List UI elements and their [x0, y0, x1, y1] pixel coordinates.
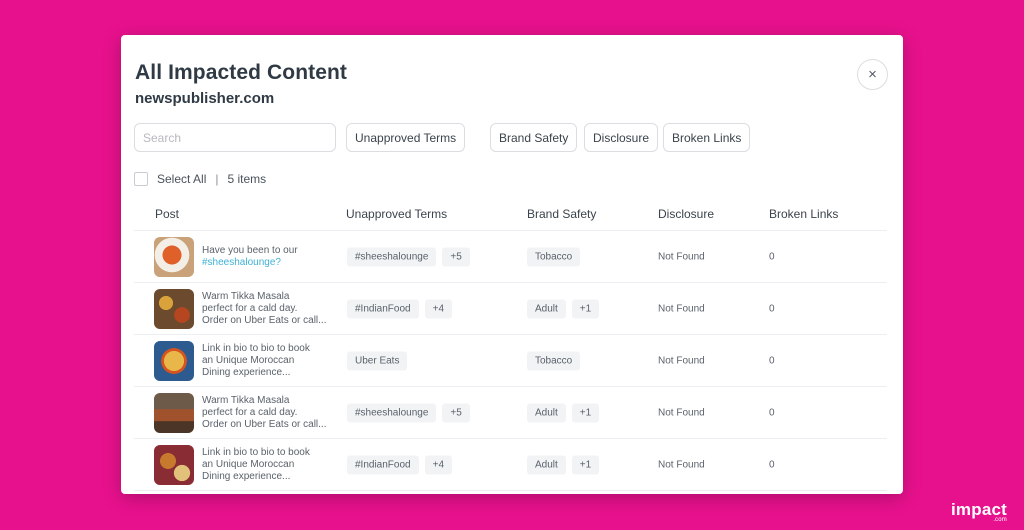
post-text-line: Warm Tikka Masala: [202, 290, 290, 302]
disclosure-status: Not Found: [658, 303, 705, 314]
unapproved-term-chip[interactable]: #IndianFood: [347, 455, 419, 474]
column-header-disclosure: Disclosure: [658, 207, 715, 221]
post-thumbnail[interactable]: [154, 341, 194, 381]
brand-safety-chips: Adult +1: [527, 403, 600, 422]
table-row[interactable]: Link in bio to bio to book an Unique Moro…: [134, 439, 887, 491]
post-text-line: perfect for a cald day.: [202, 406, 298, 418]
close-button[interactable]: ×: [857, 59, 888, 90]
unapproved-term-chips: #IndianFood +4: [347, 299, 453, 318]
brand-safety-chip[interactable]: Adult: [527, 403, 566, 422]
brand-safety-chip[interactable]: +1: [571, 403, 600, 422]
broken-links-count: 0: [769, 251, 775, 262]
broken-links-count: 0: [769, 459, 775, 470]
post-thumbnail[interactable]: [154, 289, 194, 329]
post-text-line: perfect for a cald day.: [202, 302, 298, 314]
brand-safety-chip[interactable]: Adult: [527, 299, 566, 318]
brand-safety-chip[interactable]: +1: [571, 455, 600, 474]
table-row[interactable]: Warm Tikka Masala perfect for a cald day.…: [134, 387, 887, 439]
filter-brand-safety[interactable]: Brand Safety: [490, 123, 578, 152]
broken-links-count: 0: [769, 303, 775, 314]
unapproved-term-chips: #IndianFood +4: [347, 455, 453, 474]
unapproved-term-chip[interactable]: +5: [442, 403, 470, 422]
post-text: Link in bio to bio to book an Unique Moro…: [202, 343, 332, 379]
select-all-checkbox[interactable]: [134, 172, 148, 186]
brand-safety-chips: Tobacco: [527, 247, 581, 266]
post-text-line: Link in bio to bio to book: [202, 446, 310, 458]
column-header-unapproved-terms: Unapproved Terms: [346, 207, 448, 221]
impacted-content-modal: All Impacted Content newspublisher.com ×…: [121, 35, 903, 494]
brand-safety-chips: Adult +1: [527, 299, 600, 318]
post-text-line: Dining experience...: [202, 470, 291, 482]
post-text-line: Order on Uber Eats or call...: [202, 418, 327, 430]
post-text-line: Warm Tikka Masala: [202, 394, 290, 406]
search-input[interactable]: [134, 123, 336, 152]
unapproved-term-chips: #sheeshalounge +5: [347, 247, 470, 266]
post-text-line: an Unique Moroccan: [202, 354, 295, 366]
filter-broken-links[interactable]: Broken Links: [663, 123, 751, 152]
table-row[interactable]: Warm Tikka Masala perfect for a cald day.…: [134, 283, 887, 335]
unapproved-term-chip[interactable]: +4: [424, 299, 453, 318]
broken-links-count: 0: [769, 355, 775, 366]
brand-safety-chips: Tobacco: [527, 351, 581, 370]
unapproved-term-chip[interactable]: #sheeshalounge: [347, 247, 437, 266]
unapproved-term-chip[interactable]: #sheeshalounge: [347, 403, 437, 422]
disclosure-status: Not Found: [658, 459, 705, 470]
brand-safety-chip[interactable]: Tobacco: [527, 247, 581, 266]
post-text-line: Link in bio to bio to book: [202, 342, 310, 354]
unapproved-term-chip[interactable]: +5: [442, 247, 470, 266]
post-text-line: Order on Uber Eats or call...: [202, 314, 327, 326]
post-thumbnail[interactable]: [154, 445, 194, 485]
column-header-broken-links: Broken Links: [769, 207, 839, 221]
post-thumbnail[interactable]: [154, 393, 194, 433]
post-text: Warm Tikka Masala perfect for a cald day.…: [202, 291, 332, 327]
content-table: Post Unapproved Terms Brand Safety Discl…: [134, 200, 887, 491]
post-text: Link in bio to bio to book an Unique Moro…: [202, 447, 332, 483]
post-thumbnail[interactable]: [154, 237, 194, 277]
select-all-label[interactable]: Select All: [157, 172, 206, 186]
post-text-line: Dining experience...: [202, 366, 291, 378]
brand-safety-chip[interactable]: Tobacco: [527, 351, 581, 370]
unapproved-term-chips: #sheeshalounge +5: [347, 403, 470, 422]
brand-safety-chip[interactable]: +1: [571, 299, 600, 318]
table-row[interactable]: Link in bio to bio to book an Unique Moro…: [134, 335, 887, 387]
unapproved-term-chip[interactable]: #IndianFood: [347, 299, 419, 318]
filter-disclosure[interactable]: Disclosure: [584, 123, 659, 152]
selection-bar: Select All | 5 items: [134, 172, 266, 186]
modal-title: All Impacted Content: [135, 61, 348, 84]
post-text: Warm Tikka Masala perfect for a cald day.…: [202, 395, 332, 431]
impact-logo: impact .com: [951, 500, 1007, 523]
table-header: Post Unapproved Terms Brand Safety Discl…: [134, 200, 887, 231]
separator: |: [215, 172, 219, 186]
close-icon: ×: [868, 66, 877, 83]
column-header-brand-safety: Brand Safety: [527, 207, 597, 221]
disclosure-status: Not Found: [658, 355, 705, 366]
post-text: Have you been to our #sheeshalounge?: [202, 245, 332, 269]
brand-safety-chips: Adult +1: [527, 455, 600, 474]
filter-unapproved-terms[interactable]: Unapproved Terms: [346, 123, 466, 152]
table-row[interactable]: Have you been to our #sheeshalounge? #shee…: [134, 231, 887, 283]
modal-subtitle: newspublisher.com: [135, 90, 275, 107]
post-text-line: Have you been to our: [202, 244, 298, 256]
disclosure-status: Not Found: [658, 251, 705, 262]
post-hashtag-link[interactable]: #sheeshalounge?: [202, 257, 332, 269]
column-header-post: Post: [155, 207, 180, 221]
brand-safety-chip[interactable]: Adult: [527, 455, 566, 474]
unapproved-term-chips: Uber Eats: [347, 351, 408, 370]
broken-links-count: 0: [769, 407, 775, 418]
post-text-line: an Unique Moroccan: [202, 458, 295, 470]
item-count: 5 items: [227, 172, 267, 186]
logo-suffix: .com: [993, 517, 1007, 523]
unapproved-term-chip[interactable]: +4: [424, 455, 453, 474]
unapproved-term-chip[interactable]: Uber Eats: [347, 351, 408, 370]
disclosure-status: Not Found: [658, 407, 705, 418]
